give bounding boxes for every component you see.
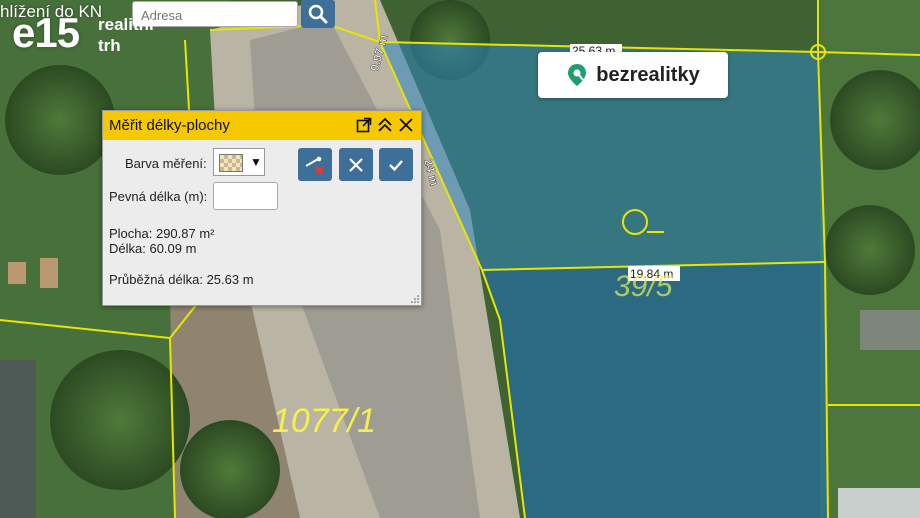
remove-measure-button[interactable] [298,148,332,181]
measure-panel: Měřit délky-plochy Barva měření: ▼ Pevná… [102,110,422,306]
address-search-box[interactable] [132,1,298,27]
area-readout: Plocha: 290.87 m² [109,226,215,241]
remove-measure-icon [305,156,324,175]
logo-line1: realitní [98,15,154,34]
collapse-icon[interactable] [376,116,394,134]
length-readout: Délka: 60.09 m [109,241,197,256]
bezrealitky-badge: bezrealitky [538,52,728,98]
color-swatch [219,154,243,172]
popout-icon[interactable] [355,116,373,134]
search-icon [308,4,328,24]
fixed-length-label: Pevná délka (m): [109,189,208,204]
bezrealitky-label: bezrealitky [596,63,700,86]
location-pin-icon [568,64,587,86]
measure-color-label: Barva měření: [125,156,207,171]
running-length-readout: Průběžná délka: 25.63 m [109,272,254,287]
measure-panel-title: Měřit délky-plochy [109,117,230,134]
fixed-length-input[interactable] [213,182,278,210]
logo-line2: trh [98,36,121,55]
cancel-icon [349,157,363,172]
parcel-number-right: 39/5 [614,270,673,303]
cancel-button[interactable] [339,148,373,181]
close-icon[interactable] [397,116,415,134]
e15-logo-subtitle: realitní trh [98,14,154,56]
parcel-number-main: 1077/1 [272,402,376,440]
resize-handle-icon[interactable] [411,295,419,303]
confirm-button[interactable] [379,148,413,181]
search-button[interactable] [301,0,335,28]
measure-panel-header[interactable]: Měřit délky-plochy [103,111,421,140]
address-search-input[interactable] [139,3,293,27]
measure-color-select[interactable]: ▼ [213,148,265,176]
confirm-icon [389,159,403,171]
e15-logo: e15 [12,9,80,56]
chevron-down-icon: ▼ [250,155,262,169]
